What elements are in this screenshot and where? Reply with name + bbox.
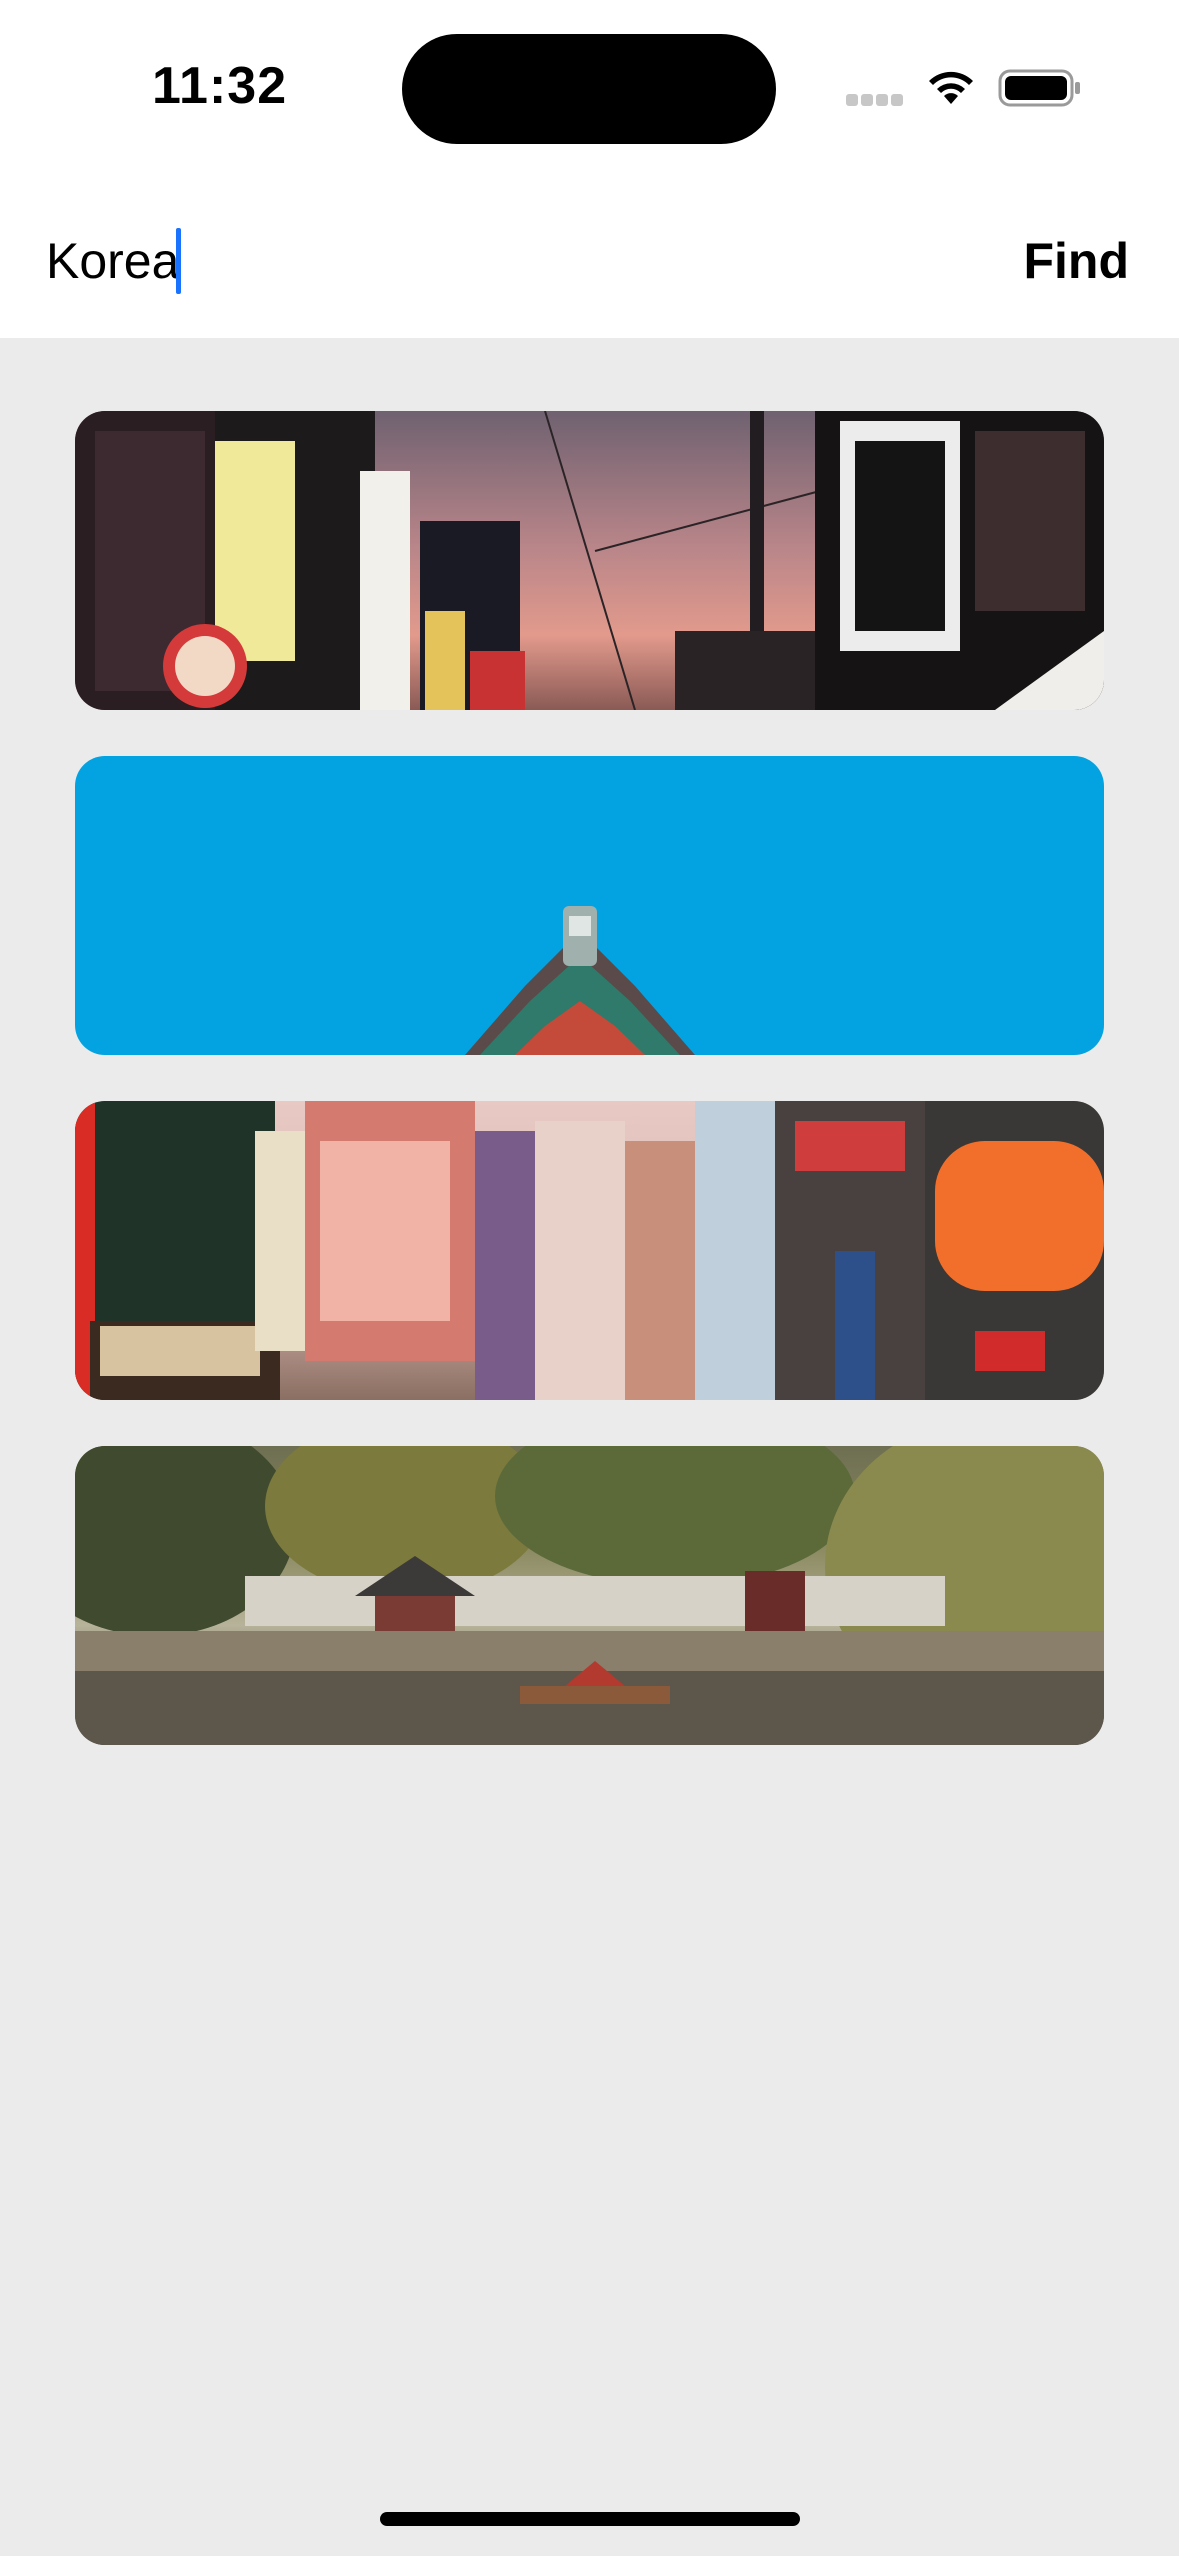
result-card-palace-roof[interactable] (75, 756, 1104, 1055)
results-list (75, 411, 1104, 1791)
city-street-photo (75, 411, 1104, 710)
search-input[interactable] (46, 226, 946, 296)
pavilion-pond-photo (75, 1446, 1104, 1745)
wifi-icon (929, 71, 973, 104)
status-time: 11:32 (152, 57, 288, 115)
find-button[interactable]: Find (1023, 226, 1129, 296)
search-bar: Find (0, 208, 1179, 308)
home-indicator (380, 2512, 800, 2526)
result-card-shopping-street[interactable] (75, 1101, 1104, 1400)
result-card-pavilion-pond[interactable] (75, 1446, 1104, 1745)
cellular-signal-icon (846, 94, 904, 108)
dynamic-island (402, 34, 776, 144)
result-card-city-street[interactable] (75, 411, 1104, 710)
header: 11:32 Find (0, 0, 1179, 338)
palace-roof-photo (465, 906, 695, 1055)
battery-icon (998, 69, 1080, 107)
shopping-street-photo (75, 1101, 1104, 1400)
text-caret (176, 228, 181, 294)
